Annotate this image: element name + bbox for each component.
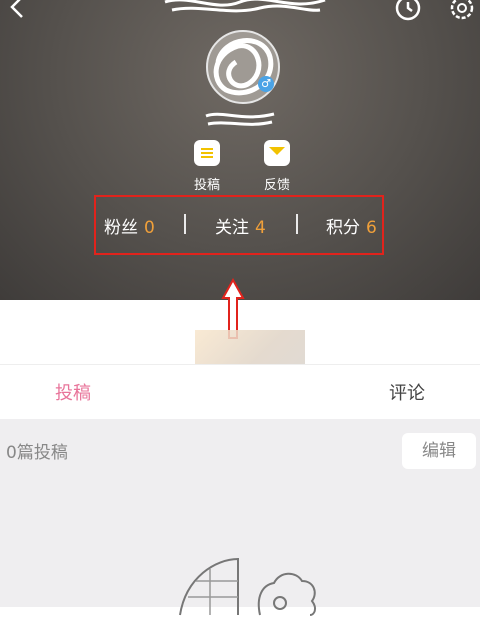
stat-divider: [184, 214, 186, 234]
tab-bar: 投稿 评论: [0, 364, 480, 420]
avatar[interactable]: [206, 30, 280, 104]
username-scribble: [205, 112, 275, 126]
tab-submissions[interactable]: 投稿: [55, 379, 91, 405]
feedback-action-button[interactable]: 反馈: [252, 140, 302, 193]
stat-following-label: 关注: [215, 218, 249, 238]
profile-header: ♂ 投稿 反馈 粉丝 0 关注 4 积分 6: [0, 0, 480, 300]
stat-fans-label: 粉丝: [104, 218, 138, 238]
history-icon[interactable]: [394, 0, 422, 22]
stat-fans-value: 0: [144, 218, 155, 238]
post-count: 0篇投稿: [6, 443, 68, 463]
stat-following[interactable]: 关注 4: [215, 213, 266, 238]
settings-icon[interactable]: [448, 0, 476, 22]
submissions-panel: 0篇投稿 编辑: [0, 419, 480, 616]
back-icon[interactable]: [6, 0, 30, 18]
stat-points-value: 6: [366, 218, 377, 238]
stat-points-label: 积分: [326, 218, 360, 238]
submit-action-label: 投稿: [193, 178, 220, 193]
list-icon: [194, 140, 220, 166]
submit-action-button[interactable]: 投稿: [182, 140, 232, 193]
tab-comments[interactable]: 评论: [389, 379, 425, 405]
stat-following-value: 4: [255, 218, 266, 238]
gender-male-icon: ♂: [258, 76, 274, 92]
envelope-icon: [264, 140, 290, 166]
edit-button[interactable]: 编辑: [402, 433, 476, 469]
feedback-action-label: 反馈: [263, 178, 290, 193]
stat-fans[interactable]: 粉丝 0: [104, 213, 155, 238]
stat-divider: [296, 214, 298, 234]
stat-points[interactable]: 积分 6: [326, 213, 377, 238]
title-scribble: [164, 0, 326, 13]
empty-state-illustration-icon: [179, 557, 317, 616]
